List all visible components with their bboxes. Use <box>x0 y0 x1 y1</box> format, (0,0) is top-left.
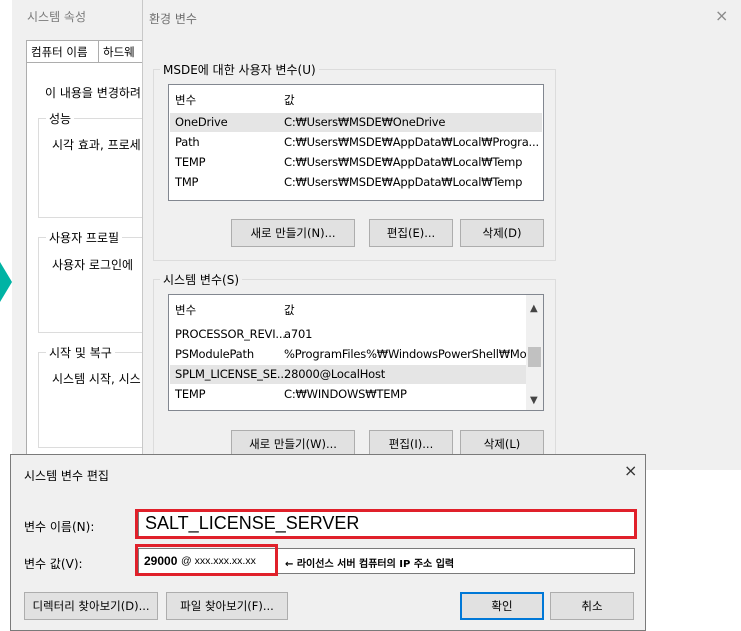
system-var-row[interactable]: PROCESSOR_REVI... a701 <box>170 325 526 344</box>
intro-text: 이 내용을 변경하려 <box>45 86 141 100</box>
system-var-row[interactable]: TEMP C:₩WINDOWS₩TEMP <box>170 385 526 404</box>
variable-value-label: 변수 값(V): <box>24 557 83 571</box>
var-value: C:₩Users₩MSDE₩OneDrive <box>284 115 446 129</box>
scroll-up-icon[interactable]: ▲ <box>530 303 538 314</box>
system-properties-title: 시스템 속성 <box>27 10 87 24</box>
var-value: C:₩WINDOWS₩TEMP <box>284 387 407 401</box>
browse-directory-button[interactable]: 디렉터리 찾아보기(D)... <box>24 592 158 620</box>
var-value: 28000@LocalHost <box>284 367 386 381</box>
user-delete-button[interactable]: 삭제(D) <box>460 219 544 247</box>
user-var-row[interactable]: TEMP C:₩Users₩MSDE₩AppData₩Local₩Temp <box>170 153 542 172</box>
system-vars-list[interactable]: 변수 값 PROCESSOR_REVI... a701 PSModulePath… <box>168 294 544 411</box>
var-name: PROCESSOR_REVI... <box>175 327 286 341</box>
annotation-text: ← 라이선스 서버 컴퓨터의 IP 주소 입력 <box>285 559 455 570</box>
scrollbar-thumb[interactable] <box>528 347 541 367</box>
highlight-box-name <box>135 509 637 539</box>
user-vars-label: MSDE에 대한 사용자 변수(U) <box>160 61 319 78</box>
var-name: TEMP <box>175 387 206 401</box>
user-edit-button[interactable]: 편집(E)... <box>369 219 453 247</box>
var-name: OneDrive <box>175 115 228 129</box>
startup-label: 시작 및 복구 <box>46 344 115 361</box>
browse-file-button[interactable]: 파일 찾아보기(F)... <box>166 592 288 620</box>
column-header-name[interactable]: 변수 <box>175 92 196 108</box>
system-vars-label: 시스템 변수(S) <box>160 271 242 288</box>
var-name: PSModulePath <box>175 347 254 361</box>
column-header-value[interactable]: 값 <box>284 92 295 108</box>
tab-computer-name[interactable]: 컴퓨터 이름 <box>26 40 99 62</box>
scrollbar[interactable]: ▲ ▼ <box>526 295 543 410</box>
highlight-box-value <box>135 544 278 576</box>
var-name: Path <box>175 135 200 149</box>
tab-hardware[interactable]: 하드웨 <box>98 40 148 62</box>
var-value: C:₩Users₩MSDE₩AppData₩Local₩Temp <box>284 155 523 169</box>
system-var-row[interactable]: SPLM_LICENSE_SE... 28000@LocalHost <box>170 365 526 384</box>
column-header-value[interactable]: 값 <box>284 302 295 318</box>
var-name: SPLM_LICENSE_SE... <box>175 367 288 381</box>
performance-group <box>38 118 158 218</box>
performance-desc: 시각 효과, 프로세 <box>52 138 141 152</box>
user-var-row[interactable]: Path C:₩Users₩MSDE₩AppData₩Local₩Progra.… <box>170 133 542 152</box>
profile-label: 사용자 프로필 <box>46 229 123 246</box>
user-var-row[interactable]: OneDrive C:₩Users₩MSDE₩OneDrive <box>170 113 542 132</box>
edit-dialog-title: 시스템 변수 편집 <box>24 469 109 483</box>
scroll-down-icon[interactable]: ▼ <box>530 395 538 406</box>
profile-group <box>38 237 158 333</box>
close-icon[interactable]: × <box>624 461 637 480</box>
var-value: %ProgramFiles%₩WindowsPowerShell₩Mo... <box>284 347 537 361</box>
column-header-name[interactable]: 변수 <box>175 302 196 318</box>
user-new-button[interactable]: 새로 만들기(N)... <box>231 219 355 247</box>
startup-group <box>38 352 158 448</box>
var-value: C:₩Users₩MSDE₩AppData₩Local₩Temp <box>284 175 523 189</box>
performance-label: 성능 <box>46 110 75 127</box>
user-var-row[interactable]: TMP C:₩Users₩MSDE₩AppData₩Local₩Temp <box>170 173 542 192</box>
env-dialog-title: 환경 변수 <box>149 12 197 26</box>
user-vars-list[interactable]: 변수 값 OneDrive C:₩Users₩MSDE₩OneDrive Pat… <box>168 84 544 201</box>
decorative-arrow <box>0 262 12 302</box>
profile-desc: 사용자 로그인에 <box>52 258 134 272</box>
cancel-button[interactable]: 취소 <box>550 592 634 620</box>
ok-button[interactable]: 확인 <box>460 592 544 620</box>
variable-name-label: 변수 이름(N): <box>24 520 95 534</box>
var-name: TEMP <box>175 155 206 169</box>
startup-desc: 시스템 시작, 시스 <box>52 372 141 386</box>
var-name: TMP <box>175 175 199 189</box>
system-var-row[interactable]: PSModulePath %ProgramFiles%₩WindowsPower… <box>170 345 537 364</box>
var-value: C:₩Users₩MSDE₩AppData₩Local₩Progra... <box>284 135 539 149</box>
close-icon[interactable]: × <box>715 6 728 25</box>
var-value: a701 <box>284 327 313 341</box>
